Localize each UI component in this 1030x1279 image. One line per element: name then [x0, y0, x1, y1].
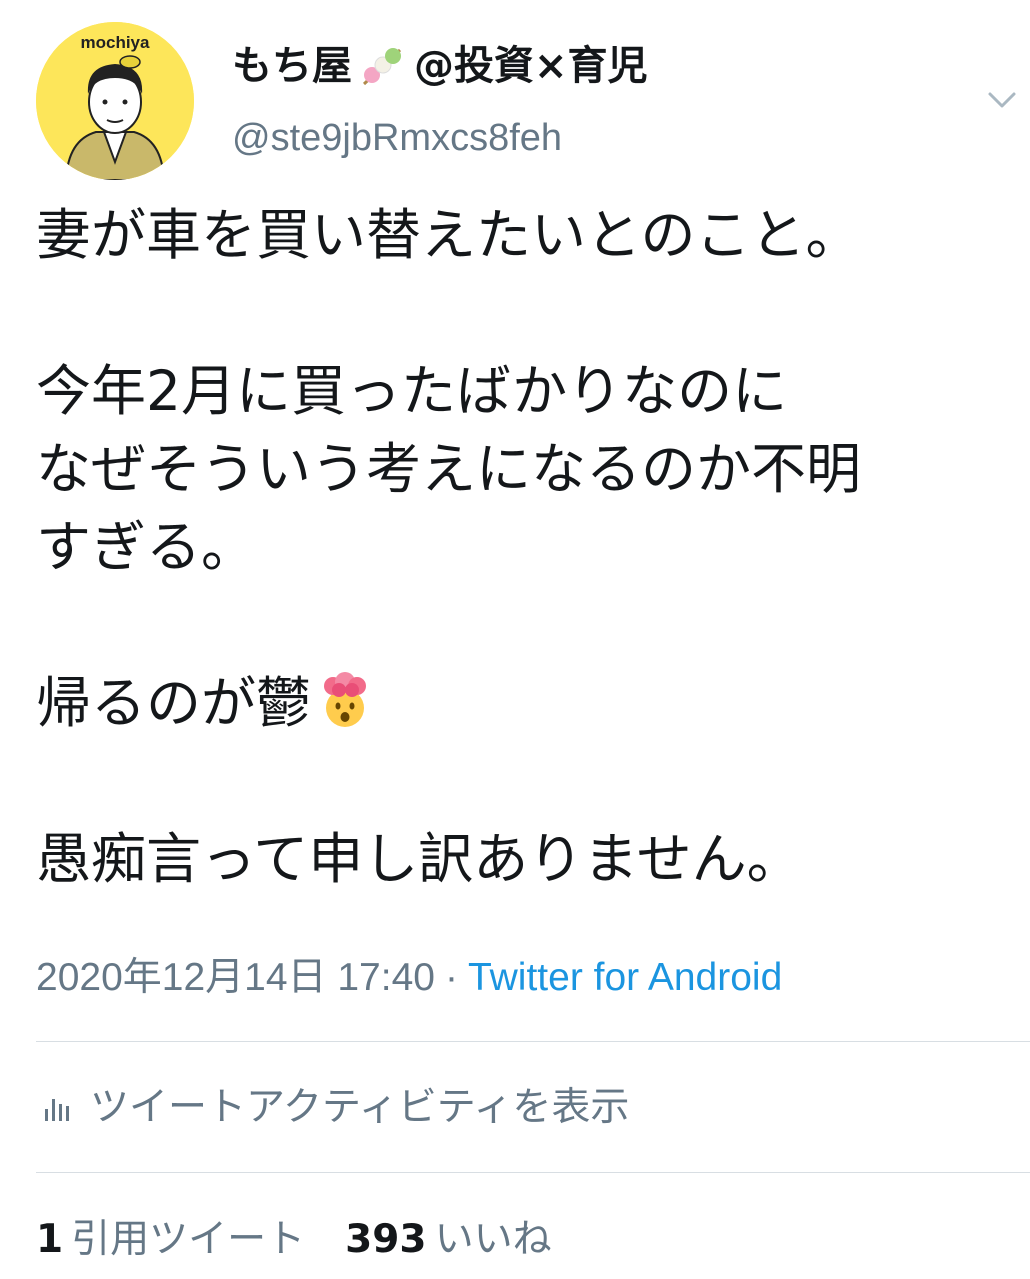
like-label: いいね	[434, 1217, 552, 1262]
tweet-line: 今年2月に買ったばかりなのに	[36, 359, 788, 423]
quote-label: 引用ツイート	[71, 1217, 306, 1262]
avatar[interactable]: mochiya	[36, 22, 194, 180]
tweet-line: すぎる。	[36, 515, 257, 579]
exploding-head-emoji-icon	[324, 672, 367, 727]
tweet-text: 妻が車を買い替えたいとのこと。 今年2月に買ったばかりなのに なぜそういう考えに…	[36, 196, 1016, 898]
divider	[36, 1041, 1030, 1042]
tweet-timestamp[interactable]: 2020年12月14日 17:40	[36, 956, 435, 999]
tweet-stats: 1 引用ツイート 393 いいね	[36, 1214, 552, 1266]
tweet-line: 妻が車を買い替えたいとのこと。	[36, 203, 861, 267]
like-count: 393	[345, 1217, 427, 1262]
tweet-meta: 2020年12月14日 17:40 · Twitter for Android	[36, 952, 782, 1004]
tweet-line-with-emoji: 帰るのが鬱	[36, 664, 1016, 742]
quote-tweets-stat[interactable]: 1 引用ツイート	[36, 1217, 305, 1262]
avatar-logo-text: mochiya	[81, 33, 151, 52]
meta-separator: ·	[444, 956, 458, 999]
analytics-icon	[45, 1099, 69, 1121]
chevron-down-icon[interactable]	[982, 86, 1022, 116]
tweet-line: 帰るのが鬱	[36, 671, 312, 735]
tweet-activity-link[interactable]: ツイートアクティビティを表示	[36, 1082, 629, 1134]
author-handle[interactable]: @ste9jbRmxcs8feh	[232, 114, 562, 162]
quote-count: 1	[36, 1217, 64, 1262]
author-name-suffix: @投資×育児	[414, 43, 648, 89]
author-name: もち屋	[232, 43, 352, 89]
divider	[36, 1172, 1030, 1173]
author-display-name[interactable]: もち屋 @投資×育児	[232, 40, 648, 92]
tweet-line: なぜそういう考えになるのか不明	[36, 437, 862, 501]
dango-icon	[362, 48, 402, 86]
tweet-line: 愚痴言って申し訳ありません。	[36, 827, 802, 891]
likes-stat[interactable]: 393 いいね	[345, 1217, 551, 1262]
avatar-illustration: mochiya	[36, 22, 194, 180]
tweet-source-link[interactable]: Twitter for Android	[468, 956, 782, 999]
tweet-activity-label: ツイートアクティビティを表示	[90, 1085, 630, 1130]
